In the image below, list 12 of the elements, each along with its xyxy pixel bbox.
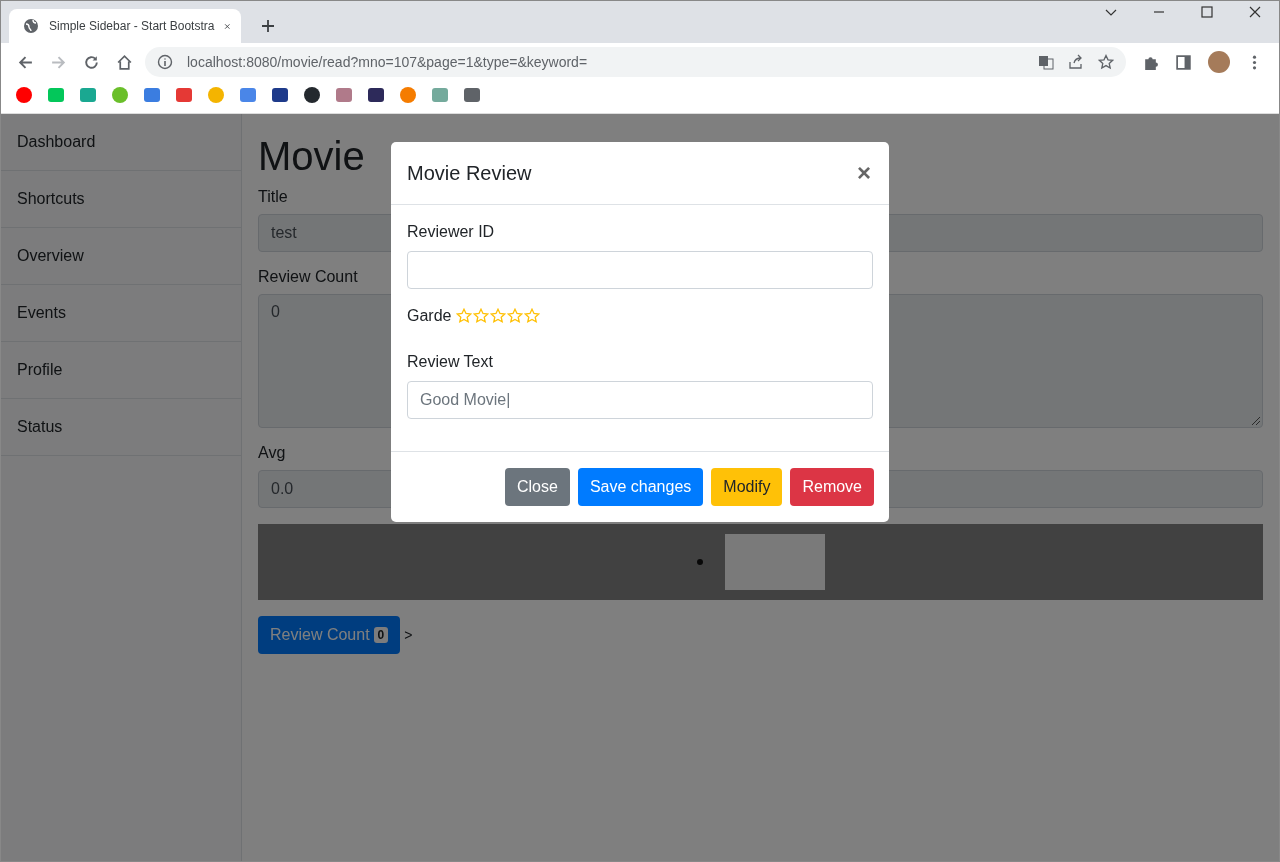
field-label: Garde	[407, 307, 452, 325]
field-label: Review Count	[258, 268, 359, 286]
tab-title: Simple Sidebar - Start Bootstra	[49, 19, 215, 33]
page-heading: Movie	[258, 134, 365, 178]
field-label: Avg	[258, 444, 287, 462]
field-label: Review Text	[407, 353, 494, 371]
modal-title: Movie Review	[407, 161, 532, 185]
trailing-text: >	[404, 627, 413, 643]
field-label: Reviewer ID	[407, 223, 496, 241]
count-badge: 0	[373, 627, 389, 643]
url-text: localhost:8080/movie/read?mno=107&page=1&type=&keyword=	[187, 54, 588, 70]
field-label: Title	[258, 188, 289, 206]
